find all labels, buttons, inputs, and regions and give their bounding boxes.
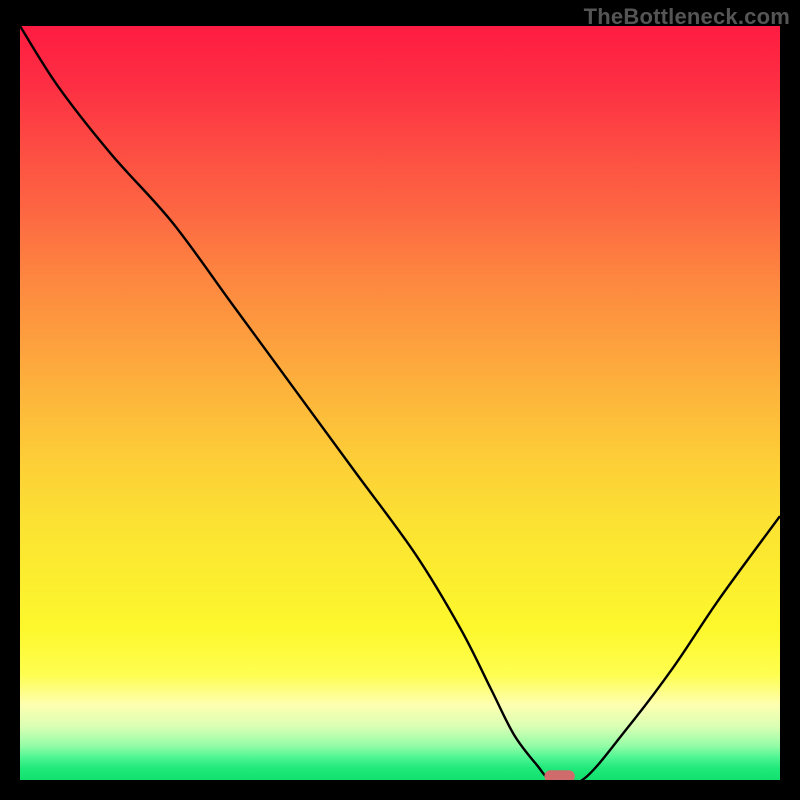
chart-frame: TheBottleneck.com xyxy=(0,0,800,800)
optimal-marker xyxy=(544,770,574,780)
bottleneck-curve-path xyxy=(20,26,780,780)
curve-layer xyxy=(20,26,780,780)
watermark-text: TheBottleneck.com xyxy=(584,4,790,30)
plot-area xyxy=(20,26,780,780)
